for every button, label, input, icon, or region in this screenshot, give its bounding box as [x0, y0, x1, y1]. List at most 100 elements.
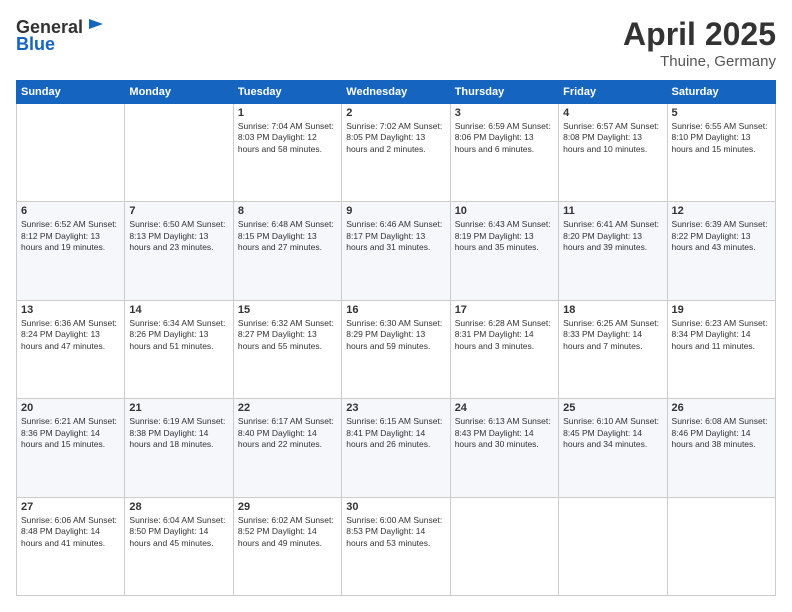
day-info: Sunrise: 6:00 AM Sunset: 8:53 PM Dayligh… — [346, 515, 445, 549]
day-info: Sunrise: 6:28 AM Sunset: 8:31 PM Dayligh… — [455, 318, 554, 352]
day-info: Sunrise: 6:23 AM Sunset: 8:34 PM Dayligh… — [672, 318, 771, 352]
calendar-cell-w5-d1: 28 Sunrise: 6:04 AM Sunset: 8:50 PM Dayli… — [125, 497, 233, 595]
day-info: Sunrise: 6:15 AM Sunset: 8:41 PM Dayligh… — [346, 416, 445, 450]
calendar-cell-w4-d3: 23 Sunrise: 6:15 AM Sunset: 8:41 PM Dayli… — [342, 399, 450, 497]
calendar-week-3: 13Sunrise: 6:36 AM Sunset: 8:24 PM Dayli… — [17, 300, 776, 398]
calendar-header-row: Sunday Monday Tuesday Wednesday Thursday… — [17, 81, 776, 104]
col-monday: Monday — [125, 81, 233, 104]
day-info: Sunrise: 6:41 AM Sunset: 8:20 PM Dayligh… — [563, 219, 662, 253]
title-block: April 2025 Thuine, Germany — [623, 16, 776, 70]
day-info: Sunrise: 6:30 AM Sunset: 8:29 PM Dayligh… — [346, 318, 445, 352]
calendar-cell-w5-d6 — [667, 497, 775, 595]
logo: General Blue — [16, 16, 107, 55]
day-number: 9 — [346, 205, 445, 217]
day-info: Sunrise: 6:32 AM Sunset: 8:27 PM Dayligh… — [238, 318, 337, 352]
day-info: Sunrise: 6:13 AM Sunset: 8:43 PM Dayligh… — [455, 416, 554, 450]
calendar-cell-w2-d0: 6 Sunrise: 6:52 AM Sunset: 8:12 PM Daylig… — [17, 202, 125, 300]
day-number: 16 — [346, 304, 445, 316]
day-number: 29 — [238, 501, 337, 513]
day-number: 12 — [672, 205, 771, 217]
calendar-cell-w4-d4: 24 Sunrise: 6:13 AM Sunset: 8:43 PM Dayli… — [450, 399, 558, 497]
day-info: Sunrise: 6:46 AM Sunset: 8:17 PM Dayligh… — [346, 219, 445, 253]
day-info: Sunrise: 6:50 AM Sunset: 8:13 PM Dayligh… — [129, 219, 228, 253]
day-number: 5 — [672, 107, 771, 119]
day-info: Sunrise: 6:10 AM Sunset: 8:45 PM Dayligh… — [563, 416, 662, 450]
calendar-cell-w2-d1: 7 Sunrise: 6:50 AM Sunset: 8:13 PM Daylig… — [125, 202, 233, 300]
day-info: Sunrise: 7:04 AM Sunset: 8:03 PM Dayligh… — [238, 121, 337, 155]
day-number: 18 — [563, 304, 662, 316]
day-number: 14 — [129, 304, 228, 316]
calendar-table: Sunday Monday Tuesday Wednesday Thursday… — [16, 80, 776, 596]
calendar-cell-w3-d0: 13Sunrise: 6:36 AM Sunset: 8:24 PM Dayli… — [17, 300, 125, 398]
day-info: Sunrise: 6:43 AM Sunset: 8:19 PM Dayligh… — [455, 219, 554, 253]
day-number: 6 — [21, 205, 120, 217]
col-thursday: Thursday — [450, 81, 558, 104]
day-info: Sunrise: 6:02 AM Sunset: 8:52 PM Dayligh… — [238, 515, 337, 549]
calendar-week-1: 1 Sunrise: 7:04 AM Sunset: 8:03 PM Daylig… — [17, 104, 776, 202]
page: General Blue April 2025 Thuine, Germany … — [0, 0, 792, 612]
calendar-cell-w2-d2: 8 Sunrise: 6:48 AM Sunset: 8:15 PM Daylig… — [233, 202, 341, 300]
calendar-cell-w1-d1 — [125, 104, 233, 202]
day-number: 7 — [129, 205, 228, 217]
day-number: 26 — [672, 402, 771, 414]
calendar-cell-w1-d0 — [17, 104, 125, 202]
calendar-cell-w4-d5: 25 Sunrise: 6:10 AM Sunset: 8:45 PM Dayli… — [559, 399, 667, 497]
calendar-cell-w4-d6: 26 Sunrise: 6:08 AM Sunset: 8:46 PM Dayli… — [667, 399, 775, 497]
day-info: Sunrise: 7:02 AM Sunset: 8:05 PM Dayligh… — [346, 121, 445, 155]
day-number: 19 — [672, 304, 771, 316]
day-number: 23 — [346, 402, 445, 414]
calendar-cell-w1-d5: 4Sunrise: 6:57 AM Sunset: 8:08 PM Daylig… — [559, 104, 667, 202]
day-number: 15 — [238, 304, 337, 316]
day-info: Sunrise: 6:06 AM Sunset: 8:48 PM Dayligh… — [21, 515, 120, 549]
calendar-cell-w3-d1: 14 Sunrise: 6:34 AM Sunset: 8:26 PM Dayli… — [125, 300, 233, 398]
logo-flag-icon — [85, 16, 107, 38]
day-info: Sunrise: 6:04 AM Sunset: 8:50 PM Dayligh… — [129, 515, 228, 549]
day-info: Sunrise: 6:55 AM Sunset: 8:10 PM Dayligh… — [672, 121, 771, 155]
calendar-week-4: 20Sunrise: 6:21 AM Sunset: 8:36 PM Dayli… — [17, 399, 776, 497]
day-number: 24 — [455, 402, 554, 414]
day-info: Sunrise: 6:19 AM Sunset: 8:38 PM Dayligh… — [129, 416, 228, 450]
calendar-cell-w5-d4 — [450, 497, 558, 595]
day-info: Sunrise: 6:48 AM Sunset: 8:15 PM Dayligh… — [238, 219, 337, 253]
calendar-cell-w2-d6: 12 Sunrise: 6:39 AM Sunset: 8:22 PM Dayli… — [667, 202, 775, 300]
calendar-cell-w1-d4: 3Sunrise: 6:59 AM Sunset: 8:06 PM Daylig… — [450, 104, 558, 202]
day-number: 21 — [129, 402, 228, 414]
calendar-title: April 2025 — [623, 16, 776, 53]
col-tuesday: Tuesday — [233, 81, 341, 104]
day-number: 17 — [455, 304, 554, 316]
day-number: 10 — [455, 205, 554, 217]
header: General Blue April 2025 Thuine, Germany — [16, 16, 776, 70]
calendar-week-2: 6 Sunrise: 6:52 AM Sunset: 8:12 PM Daylig… — [17, 202, 776, 300]
day-number: 22 — [238, 402, 337, 414]
calendar-cell-w3-d3: 16 Sunrise: 6:30 AM Sunset: 8:29 PM Dayli… — [342, 300, 450, 398]
day-info: Sunrise: 6:08 AM Sunset: 8:46 PM Dayligh… — [672, 416, 771, 450]
day-number: 8 — [238, 205, 337, 217]
col-saturday: Saturday — [667, 81, 775, 104]
day-number: 20 — [21, 402, 120, 414]
calendar-cell-w3-d5: 18 Sunrise: 6:25 AM Sunset: 8:33 PM Dayli… — [559, 300, 667, 398]
calendar-cell-w5-d2: 29 Sunrise: 6:02 AM Sunset: 8:52 PM Dayli… — [233, 497, 341, 595]
day-info: Sunrise: 6:17 AM Sunset: 8:40 PM Dayligh… — [238, 416, 337, 450]
calendar-cell-w2-d3: 9 Sunrise: 6:46 AM Sunset: 8:17 PM Daylig… — [342, 202, 450, 300]
day-number: 1 — [238, 107, 337, 119]
calendar-location: Thuine, Germany — [623, 53, 776, 70]
day-number: 3 — [455, 107, 554, 119]
day-number: 30 — [346, 501, 445, 513]
calendar-cell-w1-d3: 2Sunrise: 7:02 AM Sunset: 8:05 PM Daylig… — [342, 104, 450, 202]
day-number: 11 — [563, 205, 662, 217]
calendar-week-5: 27 Sunrise: 6:06 AM Sunset: 8:48 PM Dayli… — [17, 497, 776, 595]
day-info: Sunrise: 6:39 AM Sunset: 8:22 PM Dayligh… — [672, 219, 771, 253]
day-number: 28 — [129, 501, 228, 513]
day-info: Sunrise: 6:57 AM Sunset: 8:08 PM Dayligh… — [563, 121, 662, 155]
calendar-cell-w3-d2: 15 Sunrise: 6:32 AM Sunset: 8:27 PM Dayli… — [233, 300, 341, 398]
calendar-cell-w5-d3: 30 Sunrise: 6:00 AM Sunset: 8:53 PM Dayli… — [342, 497, 450, 595]
col-wednesday: Wednesday — [342, 81, 450, 104]
day-number: 25 — [563, 402, 662, 414]
day-info: Sunrise: 6:36 AM Sunset: 8:24 PM Dayligh… — [21, 318, 120, 352]
calendar-cell-w4-d1: 21 Sunrise: 6:19 AM Sunset: 8:38 PM Dayli… — [125, 399, 233, 497]
day-info: Sunrise: 6:52 AM Sunset: 8:12 PM Dayligh… — [21, 219, 120, 253]
day-info: Sunrise: 6:25 AM Sunset: 8:33 PM Dayligh… — [563, 318, 662, 352]
day-info: Sunrise: 6:34 AM Sunset: 8:26 PM Dayligh… — [129, 318, 228, 352]
day-number: 27 — [21, 501, 120, 513]
col-sunday: Sunday — [17, 81, 125, 104]
